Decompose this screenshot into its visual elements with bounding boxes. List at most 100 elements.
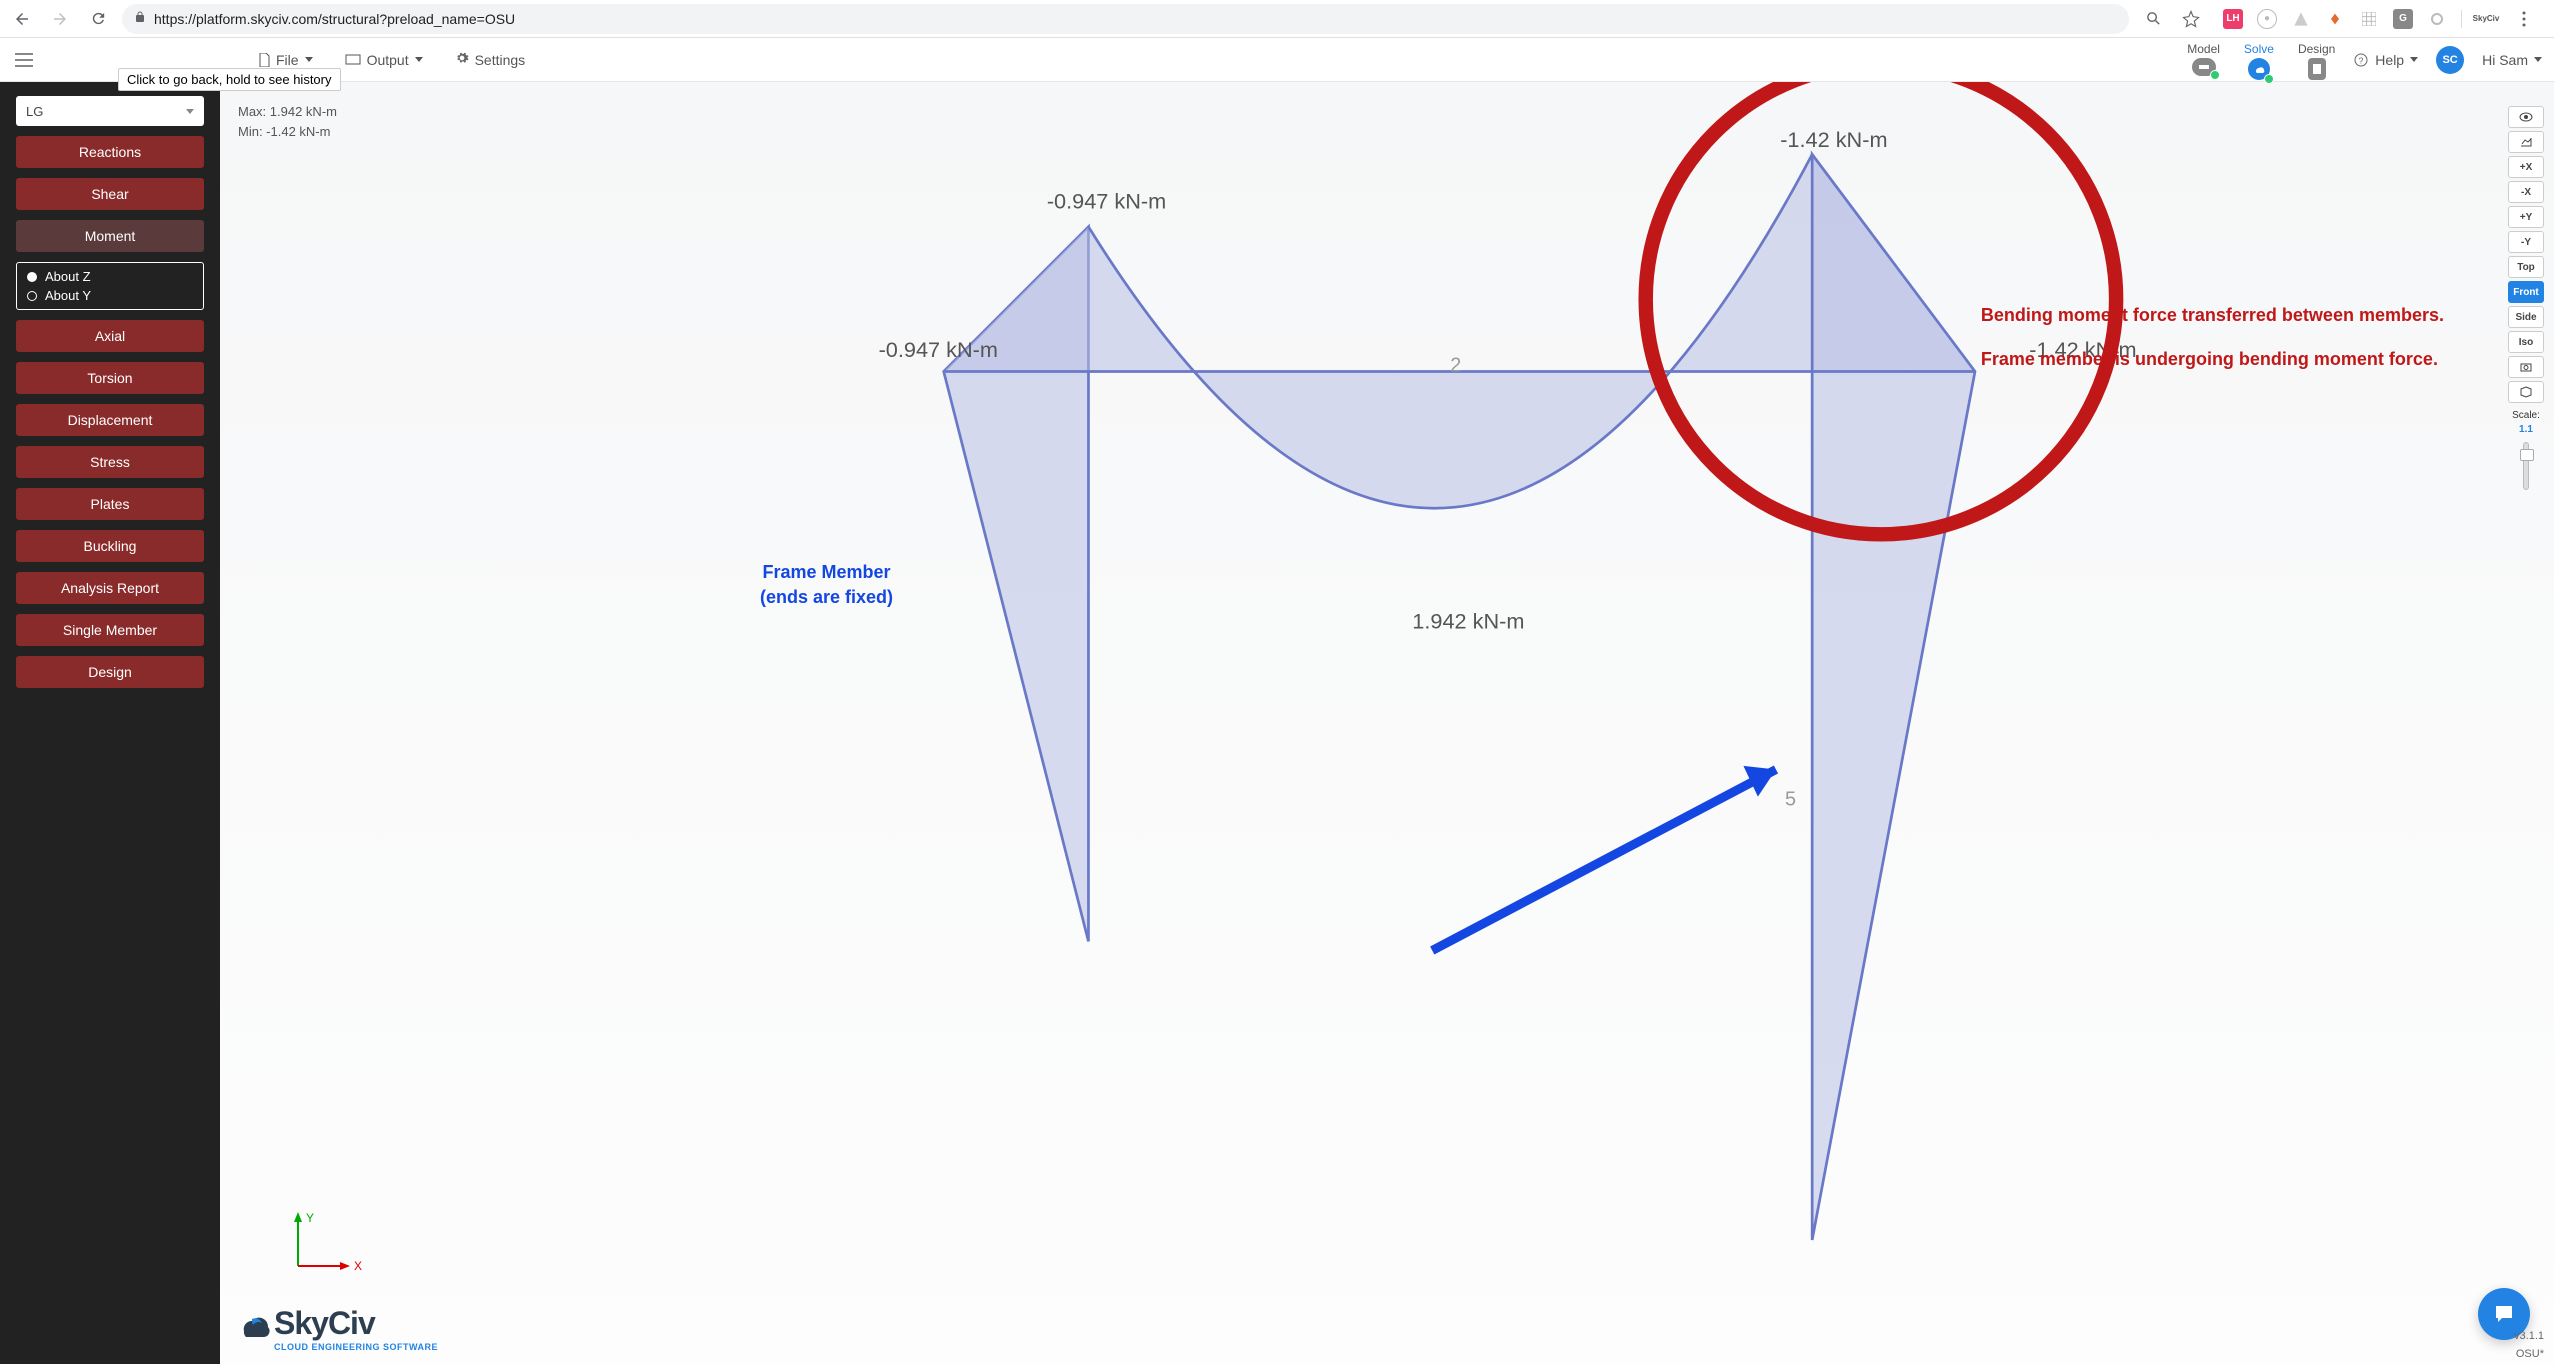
view-minus-x[interactable]: -X: [2508, 181, 2544, 203]
star-icon[interactable]: [2177, 5, 2205, 33]
chevron-down-icon: [305, 57, 313, 62]
project-label: OSU*: [2516, 1348, 2544, 1360]
forward-button[interactable]: [46, 5, 74, 33]
torsion-button[interactable]: Torsion: [16, 362, 204, 394]
svg-text:1.942 kN-m: 1.942 kN-m: [1412, 608, 1524, 633]
slider-thumb[interactable]: [2520, 449, 2534, 461]
avatar[interactable]: SC: [2436, 46, 2464, 74]
view-side[interactable]: Side: [2508, 306, 2544, 328]
moment-diagram: -0.947 kN-m -0.947 kN-m -1.42 kN-m -1.42…: [220, 82, 2554, 1349]
monitor-icon: [345, 54, 361, 66]
camera-icon: [2520, 362, 2532, 372]
divider: [2461, 10, 2462, 28]
axial-button[interactable]: Axial: [16, 320, 204, 352]
cloud-icon: [2253, 63, 2265, 75]
design-button[interactable]: Design: [16, 656, 204, 688]
app-topbar: File Output Settings Model Solve: [0, 38, 2554, 82]
displacement-button[interactable]: Displacement: [16, 404, 204, 436]
load-group-select[interactable]: LG: [16, 96, 204, 126]
view-front[interactable]: Front: [2508, 281, 2544, 303]
single-member-button[interactable]: Single Member: [16, 614, 204, 646]
view-iso[interactable]: Iso: [2508, 331, 2544, 353]
view-minus-y[interactable]: -Y: [2508, 231, 2544, 253]
annotation-blue: Frame Member(ends are fixed): [760, 560, 893, 610]
skyciv-logo: SkyCiv CLOUD ENGINEERING SOFTWARE: [234, 1305, 438, 1352]
scale-value: 1.1: [2508, 424, 2544, 435]
settings-button[interactable]: Settings: [445, 47, 536, 72]
help-icon: ?: [2353, 52, 2369, 68]
url-text: https://platform.skyciv.com/structural?p…: [154, 11, 515, 27]
view-top[interactable]: Top: [2508, 256, 2544, 278]
svg-text:2: 2: [1450, 354, 1461, 376]
mode-design[interactable]: Design: [2298, 42, 2335, 80]
chevron-down-icon: [415, 57, 423, 62]
reactions-button[interactable]: Reactions: [16, 136, 204, 168]
canvas[interactable]: Max: 1.942 kN-m Min: -1.42 kN-m -0.947 k…: [220, 82, 2554, 1364]
zoom-icon[interactable]: [2139, 5, 2167, 33]
ext-circle-icon[interactable]: ●: [2257, 9, 2277, 29]
ext-g-icon[interactable]: G: [2393, 9, 2413, 29]
moment-button[interactable]: Moment: [16, 220, 204, 252]
moment-axis-group: About Z About Y: [16, 262, 204, 310]
ext-grid-icon[interactable]: [2359, 9, 2379, 29]
shear-button[interactable]: Shear: [16, 178, 204, 210]
ext-ring-icon[interactable]: [2427, 9, 2447, 29]
browser-toolbar: https://platform.skyciv.com/structural?p…: [0, 0, 2554, 38]
view-3d[interactable]: [2508, 381, 2544, 403]
reload-button[interactable]: [84, 5, 112, 33]
svg-text:?: ?: [2359, 55, 2364, 65]
ext-skyciv-icon[interactable]: SkyCiv: [2476, 9, 2496, 29]
svg-text:-0.947 kN-m: -0.947 kN-m: [1047, 189, 1166, 214]
view-eye-button[interactable]: [2508, 106, 2544, 128]
annotation-red: Bending moment force transferred between…: [1981, 302, 2444, 390]
menu-dots-icon[interactable]: [2510, 5, 2538, 33]
axis-gizmo: Y X: [286, 1210, 366, 1280]
url-bar[interactable]: https://platform.skyciv.com/structural?p…: [122, 4, 2129, 34]
chevron-down-icon: [186, 109, 194, 114]
plates-button[interactable]: Plates: [16, 488, 204, 520]
main-area: LG Reactions Shear Moment About Z About …: [0, 82, 2554, 1364]
version-label: v3.1.1: [2514, 1330, 2544, 1342]
mode-model[interactable]: Model: [2187, 42, 2220, 76]
ext-drive-icon[interactable]: [2291, 9, 2311, 29]
svg-text:-0.947 kN-m: -0.947 kN-m: [879, 337, 998, 362]
clipboard-icon: [2312, 63, 2322, 75]
ext-lh-icon[interactable]: LH: [2223, 9, 2243, 29]
ext-fox-icon[interactable]: [2325, 9, 2345, 29]
extension-icons: LH ● G SkyCiv: [2215, 5, 2546, 33]
sidebar: LG Reactions Shear Moment About Z About …: [0, 82, 220, 1364]
eye-icon: [2519, 112, 2533, 122]
analysis-report-button[interactable]: Analysis Report: [16, 572, 204, 604]
back-button[interactable]: [8, 5, 36, 33]
view-snapshot[interactable]: [2508, 356, 2544, 378]
back-tooltip: Click to go back, hold to see history: [118, 68, 341, 91]
view-toolbar: +X -X +Y -Y Top Front Side Iso Scale: 1.…: [2508, 106, 2544, 494]
svg-text:Y: Y: [306, 1211, 314, 1225]
cloud-logo-icon: [234, 1309, 272, 1339]
view-plus-y[interactable]: +Y: [2508, 206, 2544, 228]
svg-text:5: 5: [1785, 789, 1796, 811]
scale-slider[interactable]: [2523, 442, 2529, 490]
user-menu[interactable]: Hi Sam: [2482, 52, 2542, 68]
chart-icon: [2520, 137, 2532, 147]
output-menu[interactable]: Output: [335, 48, 433, 72]
scale-label: Scale:: [2508, 410, 2544, 421]
chat-icon: [2492, 1302, 2516, 1326]
about-z-radio[interactable]: About Z: [27, 269, 193, 284]
file-icon: [258, 53, 270, 67]
help-button[interactable]: ? Help: [2353, 52, 2418, 68]
svg-text:-1.42 kN-m: -1.42 kN-m: [1780, 127, 1887, 152]
beam-icon: [2198, 63, 2210, 71]
lock-icon: [134, 11, 146, 26]
chevron-down-icon: [2410, 57, 2418, 62]
view-chart-button[interactable]: [2508, 131, 2544, 153]
view-plus-x[interactable]: +X: [2508, 156, 2544, 178]
gear-icon: [455, 51, 469, 68]
about-y-radio[interactable]: About Y: [27, 288, 193, 303]
buckling-button[interactable]: Buckling: [16, 530, 204, 562]
stress-button[interactable]: Stress: [16, 446, 204, 478]
mode-tabs: Model Solve Design: [2187, 40, 2335, 80]
hamburger-button[interactable]: [8, 44, 40, 76]
chevron-down-icon: [2534, 57, 2542, 62]
mode-solve[interactable]: Solve: [2244, 42, 2274, 80]
